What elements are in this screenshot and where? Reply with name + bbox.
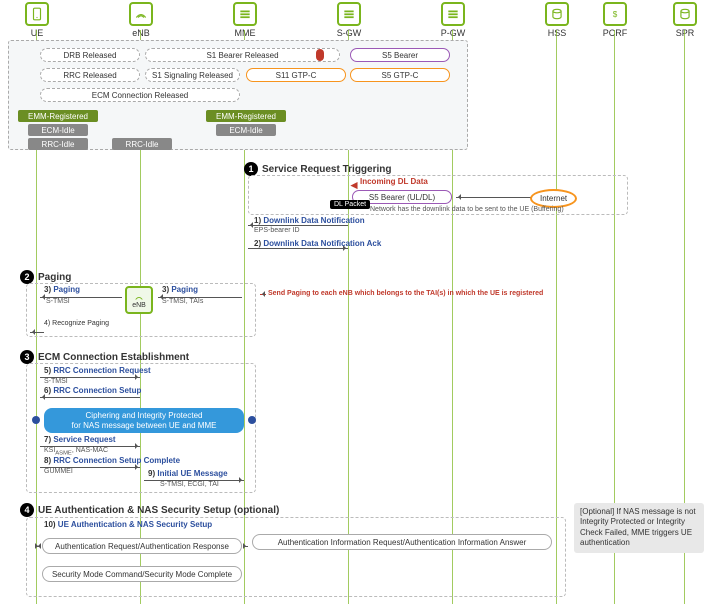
recognize-arrow <box>30 332 44 333</box>
actor-pgw: P-GW <box>438 2 468 38</box>
banner-dot-left <box>32 416 40 424</box>
optional-note: [Optional] If NAS message is not Integri… <box>574 503 704 553</box>
msg-8-sub: GUMMEI <box>44 468 73 475</box>
msg-8: 8) RRC Connection Setup Complete <box>44 456 180 465</box>
sequence-diagram: UE eNB MME S-GW P-GW HSS $PCRF SPR DRB R… <box>0 0 710 604</box>
actor-enb: eNB <box>126 2 156 38</box>
dl-packet-badge: DL Packet <box>330 200 370 209</box>
ue-ecm-state: ECM-Idle <box>28 124 88 136</box>
msg-3b-sub: S-TMSI, TAIs <box>162 298 203 305</box>
banner-dot-right <box>248 416 256 424</box>
msg-2: 2) Downlink Data Notification Ack <box>254 239 381 248</box>
msg-1-sub: EPS-bearer ID <box>254 227 300 234</box>
mme-emm-state: EMM-Registered <box>206 110 286 122</box>
msg-5: 5) RRC Connection Request <box>44 366 151 375</box>
section-4-box <box>26 517 566 597</box>
actor-pcrf: $PCRF <box>600 2 630 38</box>
section-3-title: 3ECM Connection Establishment <box>20 350 189 364</box>
actor-ue: UE <box>22 2 52 38</box>
section-2-title: 2Paging <box>20 270 71 284</box>
ecm-released: ECM Connection Released <box>40 88 240 102</box>
actor-spr: SPR <box>670 2 700 38</box>
ue-emm-state: EMM-Registered <box>18 110 98 122</box>
s11-gtpc: S11 GTP-C <box>246 68 346 82</box>
paging-note: Send Paging to each eNB which belongs to… <box>268 290 543 297</box>
rrc-setup-arrow <box>40 397 140 398</box>
buffering-note: Network has the downlink data to be sent… <box>370 206 564 213</box>
auth-arrow-r <box>244 546 248 547</box>
msg-10: 10) UE Authentication & NAS Security Set… <box>44 520 212 529</box>
msg-6: 6) RRC Connection Setup <box>44 386 141 395</box>
section-4-title: 4UE Authentication & NAS Security Setup … <box>20 503 279 517</box>
msg-3a: 3) Paging <box>44 285 80 294</box>
msg-7-sub: KSIASME, NAS-MAC <box>44 447 108 456</box>
s5-gtpc: S5 GTP-C <box>350 68 450 82</box>
msg-4: 4) Recognize Paging <box>44 320 109 327</box>
actor-hss: HSS <box>542 2 572 38</box>
section-1-title: 1Service Request Triggering <box>244 162 392 176</box>
mme-ecm-state: ECM-Idle <box>216 124 276 136</box>
msg-7: 7) Service Request <box>44 435 116 444</box>
msg-5-sub: S-TMSI <box>44 378 68 385</box>
ddn-ack-arrow <box>248 248 348 249</box>
drb-released: DRB Released <box>40 48 140 62</box>
enb-rrc-state: RRC-Idle <box>112 138 172 150</box>
rrc-released: RRC Released <box>40 68 140 82</box>
msg-1: 1) Downlink Data Notification <box>254 216 365 225</box>
msg-9-sub: S-TMSI, ECGI, TAI <box>160 481 219 488</box>
enb-paging-icon: eNB <box>125 286 153 314</box>
ue-rrc-state: RRC-Idle <box>28 138 88 150</box>
internet-arrow <box>456 197 531 198</box>
actor-sgw: S-GW <box>334 2 364 38</box>
paging-note-arrow <box>260 294 266 295</box>
msg-9: 9) Initial UE Message <box>148 469 228 478</box>
auth-req-resp: Authentication Request/Authentication Re… <box>42 538 242 554</box>
msg-3a-sub: S-TMSI <box>46 298 70 305</box>
actor-mme: MME <box>230 2 260 38</box>
s5-bearer: S5 Bearer <box>350 48 450 62</box>
ciphering-banner: Ciphering and Integrity Protectedfor NAS… <box>44 408 244 433</box>
s1-signaling-released: S1 Signaling Released <box>145 68 240 82</box>
msg-3b: 3) Paging <box>162 285 198 294</box>
svg-text:$: $ <box>613 10 618 19</box>
auth-info-req: Authentication Information Request/Authe… <box>252 534 552 550</box>
incoming-dl-data: Incoming DL Data <box>360 177 428 186</box>
stop-indicator-icon <box>316 49 324 61</box>
ddn-arrow <box>248 225 348 226</box>
auth-arrow-l <box>36 546 40 547</box>
s1-bearer-released: S1 Bearer Released <box>145 48 340 62</box>
sec-mode: Security Mode Command/Security Mode Comp… <box>42 566 242 582</box>
